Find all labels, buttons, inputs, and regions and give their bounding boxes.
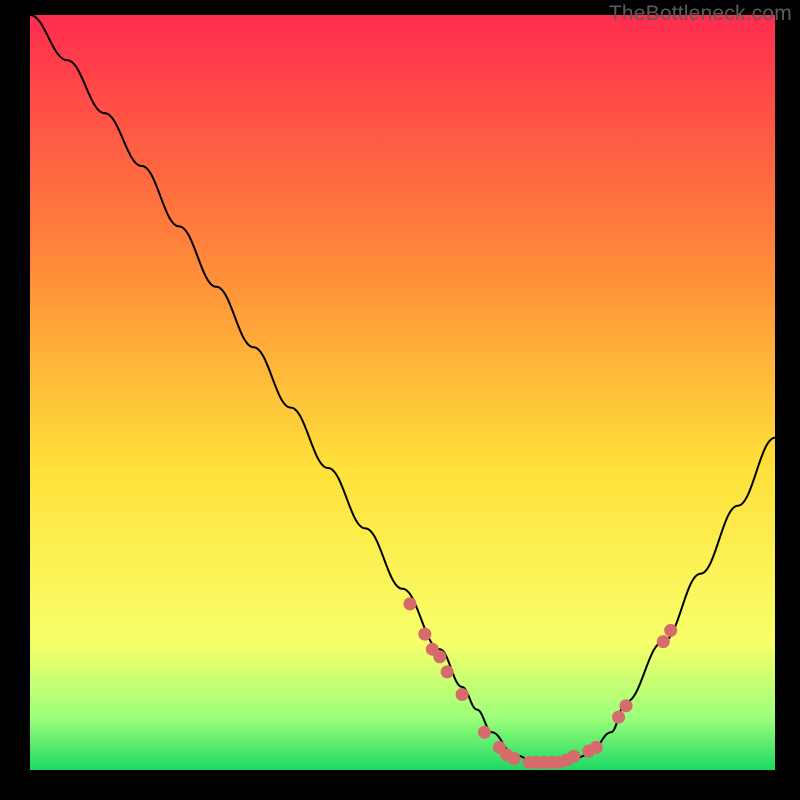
highlight-dot: [590, 741, 603, 754]
highlight-dot: [620, 699, 633, 712]
highlight-dot: [418, 628, 431, 641]
watermark-text: TheBottleneck.com: [609, 2, 792, 26]
plot-area: [30, 15, 775, 770]
highlight-dot: [657, 635, 670, 648]
highlight-dots: [30, 15, 775, 770]
highlight-dot: [567, 750, 580, 763]
highlight-dot: [433, 650, 446, 663]
highlight-dot: [664, 624, 677, 637]
highlight-dot: [456, 688, 469, 701]
highlight-dot: [478, 726, 491, 739]
highlight-dot: [508, 752, 521, 765]
highlight-dot: [403, 597, 416, 610]
highlight-dot: [441, 665, 454, 678]
highlight-dot: [612, 711, 625, 724]
